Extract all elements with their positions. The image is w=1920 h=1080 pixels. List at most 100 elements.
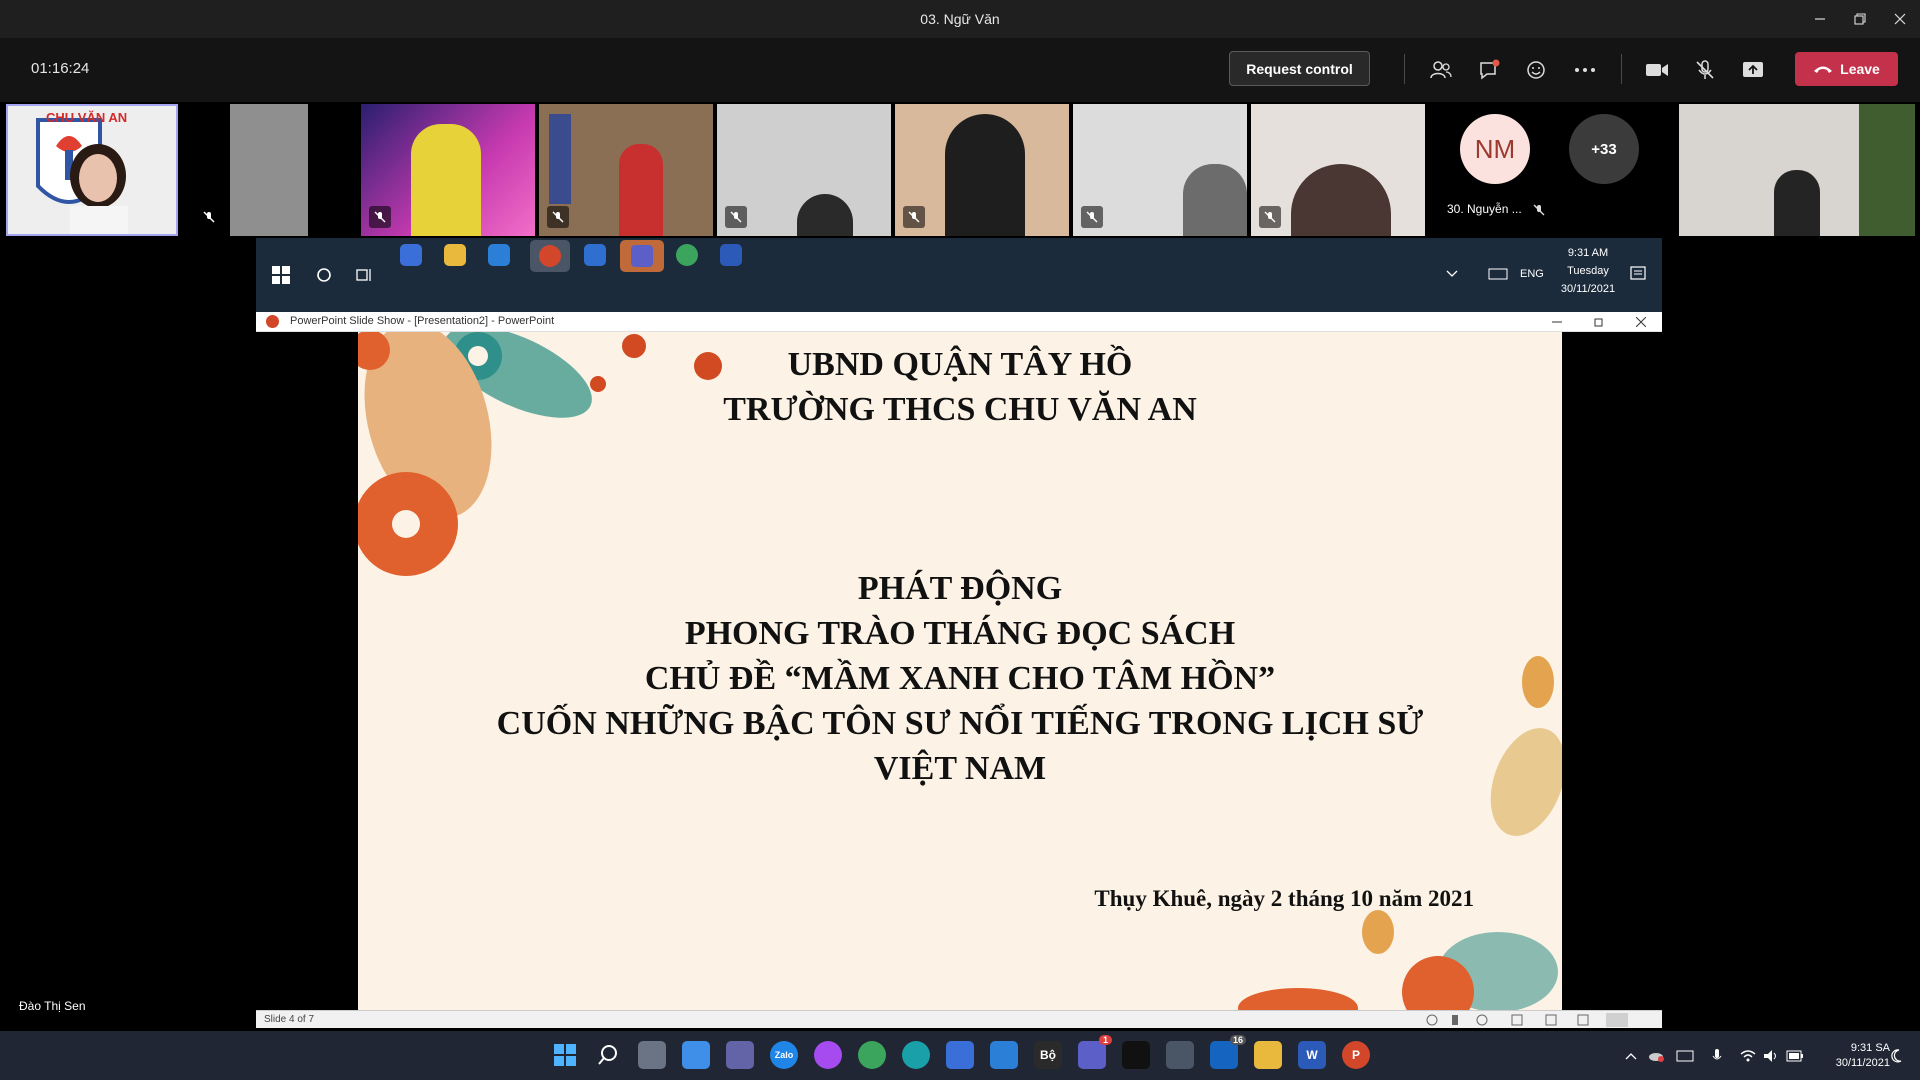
- restore-icon: [1854, 13, 1866, 25]
- powerpoint-title: PowerPoint Slide Show - [Presentation2] …: [290, 315, 555, 327]
- task-view-icon: [356, 269, 371, 281]
- f1-app-icon[interactable]: [1122, 1041, 1150, 1069]
- reactions-button[interactable]: [1523, 56, 1551, 84]
- slide-body-line-1: PHÁT ĐỘNG: [857, 570, 1063, 607]
- start-button[interactable]: [551, 1041, 579, 1069]
- edge-icon[interactable]: [902, 1041, 930, 1069]
- shared-time: 9:31 AM: [1567, 247, 1609, 259]
- chevron-up-icon[interactable]: [1625, 1052, 1637, 1060]
- restore-button[interactable]: [1840, 0, 1880, 38]
- slide-header-line-1: UBND QUẬN TÂY HỒ: [787, 346, 1133, 383]
- participant-tile[interactable]: [1251, 104, 1425, 236]
- shared-screen: ENG 9:31 AM Tuesday 30/11/2021 PowerPoin…: [256, 238, 1662, 1028]
- battery-icon[interactable]: [1786, 1050, 1804, 1062]
- zalo-icon[interactable]: Zalo: [770, 1041, 798, 1069]
- file-explorer-icon[interactable]: [1254, 1041, 1282, 1069]
- outlook-icon[interactable]: 16: [1210, 1035, 1246, 1069]
- slide-header-line-2: TRƯỜNG THCS CHU VĂN AN: [723, 391, 1197, 428]
- more-participants-tile[interactable]: +33: [1565, 104, 1677, 236]
- slide-body-line-3: CHỦ ĐỀ “MẦM XANH CHO TÂM HỒN”: [644, 660, 1276, 697]
- microphone-icon[interactable]: [1712, 1048, 1722, 1064]
- slide-area: UBND QUẬN TÂY HỒ TRƯỜNG THCS CHU VĂN AN …: [256, 332, 1662, 1010]
- participant-tile[interactable]: NM 30. Nguyễn ...: [1429, 104, 1561, 236]
- windows-start-icon: [554, 1044, 576, 1066]
- presenter-name: Đào Thị Sen: [19, 999, 86, 1013]
- powerpoint-taskbar-button: [530, 240, 570, 272]
- bo-app-icon[interactable]: Bộ: [1034, 1041, 1062, 1069]
- shared-day: Tuesday: [1567, 265, 1609, 277]
- powerpoint-icon[interactable]: P: [1342, 1041, 1370, 1069]
- participant-tile[interactable]: CHU VĂN AN: [6, 104, 178, 236]
- moon-icon[interactable]: [1890, 1049, 1902, 1063]
- taskbar-clock[interactable]: 9:31 SA 30/11/2021: [1836, 1041, 1890, 1071]
- store-icon: [400, 244, 422, 266]
- shared-clock: 9:31 AM Tuesday 30/11/2021: [1556, 244, 1620, 298]
- participant-tile[interactable]: [190, 104, 312, 236]
- slide-body-line-5: VIỆT NAM: [873, 750, 1047, 787]
- widgets-icon[interactable]: [682, 1041, 710, 1069]
- slide-date-line: Thụy Khuê, ngày 2 tháng 10 năm 2021: [1094, 886, 1474, 911]
- participant-tile[interactable]: [1073, 104, 1247, 236]
- close-icon: [1894, 13, 1906, 25]
- window-controls: [1800, 0, 1920, 38]
- participant-name: 30. Nguyễn ...: [1447, 202, 1522, 216]
- search-icon: [598, 1045, 617, 1065]
- video-feed: [797, 194, 853, 236]
- participant-tile[interactable]: [539, 104, 713, 236]
- onedrive-icon[interactable]: [1648, 1050, 1664, 1062]
- ppt-restore-icon: [1594, 318, 1603, 327]
- minimize-button[interactable]: [1800, 0, 1840, 38]
- file-explorer-icon: [444, 244, 466, 266]
- search-button[interactable]: [594, 1041, 622, 1069]
- slide: UBND QUẬN TÂY HỒ TRƯỜNG THCS CHU VĂN AN …: [358, 332, 1562, 1010]
- camera-button[interactable]: [1643, 56, 1671, 84]
- video-feed: [1859, 104, 1915, 236]
- ppt-close-icon: [1636, 317, 1646, 327]
- school-logo: [8, 106, 176, 234]
- slide-counter: Slide 4 of 7: [264, 1014, 315, 1025]
- share-screen-icon: [1743, 62, 1763, 77]
- window-title: 03. Ngữ Văn: [920, 11, 1000, 27]
- close-button[interactable]: [1880, 0, 1920, 38]
- camera-app-icon[interactable]: [1166, 1041, 1194, 1069]
- participant-tile[interactable]: [717, 104, 891, 236]
- store-icon[interactable]: [946, 1041, 974, 1069]
- chrome-icon: [676, 244, 698, 266]
- keyboard-icon: [1488, 268, 1508, 280]
- mail-icon[interactable]: [990, 1041, 1018, 1069]
- chat-button[interactable]: [1475, 56, 1503, 84]
- mail-icon: [488, 244, 510, 266]
- keyboard-icon[interactable]: [1676, 1050, 1694, 1062]
- messenger-icon[interactable]: [814, 1041, 842, 1069]
- wifi-icon[interactable]: [1740, 1049, 1756, 1063]
- volume-icon[interactable]: [1763, 1049, 1779, 1063]
- windows-start-icon: [272, 266, 290, 284]
- powerpoint-statusbar: Slide 4 of 7: [256, 1010, 1662, 1028]
- mic-off-icon: [1696, 60, 1714, 79]
- mic-muted-icon: [903, 206, 925, 228]
- chrome-icon[interactable]: [858, 1041, 886, 1069]
- participant-tile[interactable]: [1679, 104, 1915, 236]
- minimize-icon: [1815, 18, 1825, 20]
- leave-button[interactable]: Leave: [1795, 52, 1898, 86]
- request-control-button[interactable]: Request control: [1229, 51, 1370, 86]
- shared-lang-indicator: ENG: [1520, 268, 1544, 280]
- share-button[interactable]: [1739, 56, 1767, 84]
- people-icon: [1430, 61, 1452, 79]
- slide-body-line-2: PHONG TRÀO THÁNG ĐỌC SÁCH: [684, 615, 1236, 652]
- teams-icon[interactable]: 1: [1078, 1035, 1112, 1069]
- teams-chat-icon[interactable]: [726, 1041, 754, 1069]
- windows-taskbar: Zalo Bộ 1 16 W P 9:31 SA 30/11/2021: [0, 1031, 1920, 1080]
- word-icon[interactable]: W: [1298, 1041, 1326, 1069]
- task-view-icon[interactable]: [638, 1041, 666, 1069]
- video-feed: [619, 144, 663, 236]
- people-button[interactable]: [1427, 56, 1455, 84]
- participant-tile[interactable]: [895, 104, 1069, 236]
- chat-icon: [1480, 59, 1500, 80]
- mic-button[interactable]: [1691, 56, 1719, 84]
- mic-muted-icon: [725, 206, 747, 228]
- search-icon: [317, 268, 331, 282]
- video-feed: [230, 104, 308, 236]
- participant-tile[interactable]: [361, 104, 535, 236]
- more-actions-button[interactable]: [1571, 56, 1599, 84]
